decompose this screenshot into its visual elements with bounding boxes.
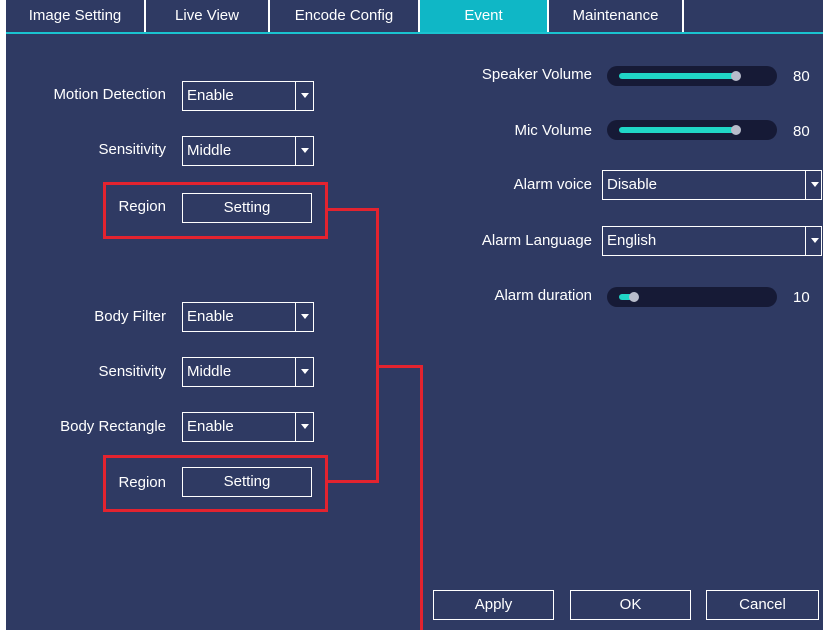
tab-live-view[interactable]: Live View [146,0,268,32]
tab-image-setting[interactable]: Image Setting [6,0,144,32]
connector-line [328,480,378,483]
speaker-volume-value: 80 [793,68,810,85]
connector-line [328,208,378,211]
chevron-down-icon [295,413,313,441]
connector-line [376,365,423,368]
alarm-voice-value: Disable [607,176,658,193]
body-filter-select[interactable]: Enable [182,302,314,332]
alarm-voice-select[interactable]: Disable [602,170,822,200]
chevron-down-icon [295,82,313,110]
tab-bar-filler [684,0,823,32]
body-filter-label: Body Filter [94,308,166,325]
sensitivity-label: Sensitivity [98,141,166,158]
ok-button[interactable]: OK [570,590,691,620]
alarm-duration-label: Alarm duration [494,287,592,304]
body-region-label: Region [118,474,166,491]
body-region-setting-button[interactable]: Setting [182,467,312,497]
region-label: Region [118,198,166,215]
alarm-language-value: English [607,232,657,249]
mic-volume-value: 80 [793,123,810,140]
chevron-down-icon [805,227,821,255]
slider-knob[interactable] [629,292,639,302]
chevron-down-icon [295,358,313,386]
body-sensitivity-value: Middle [187,363,232,380]
body-filter-value: Enable [187,308,234,325]
chevron-down-icon [295,137,313,165]
sensitivity-select[interactable]: Middle [182,136,314,166]
alarm-duration-slider[interactable] [607,287,777,307]
motion-detection-label: Motion Detection [53,86,166,103]
tab-maintenance[interactable]: Maintenance [549,0,682,32]
tab-bar: Image Setting Live View Encode Config Ev… [0,0,833,34]
slider-knob[interactable] [731,71,741,81]
chevron-down-icon [805,171,821,199]
body-sensitivity-select[interactable]: Middle [182,357,314,387]
region-setting-button[interactable]: Setting [182,193,312,223]
apply-button[interactable]: Apply [433,590,554,620]
alarm-voice-label: Alarm voice [513,176,592,193]
alarm-language-select[interactable]: English [602,226,822,256]
speaker-volume-slider[interactable] [607,66,777,86]
chevron-down-icon [295,303,313,331]
tab-encode-config[interactable]: Encode Config [270,0,418,32]
cancel-button[interactable]: Cancel [706,590,819,620]
connector-line [376,208,379,483]
connector-line [420,365,423,630]
motion-detection-value: Enable [187,87,234,104]
tab-event[interactable]: Event [420,0,547,32]
body-sensitivity-label: Sensitivity [98,363,166,380]
sensitivity-value: Middle [187,142,232,159]
body-rectangle-label: Body Rectangle [60,418,166,435]
slider-fill [619,73,736,79]
alarm-language-label: Alarm Language [481,232,592,249]
mic-volume-slider[interactable] [607,120,777,140]
speaker-volume-label: Speaker Volume [481,66,592,83]
motion-detection-select[interactable]: Enable [182,81,314,111]
body-rectangle-value: Enable [187,418,234,435]
alarm-duration-value: 10 [793,289,810,306]
mic-volume-label: Mic Volume [514,122,592,139]
body-rectangle-select[interactable]: Enable [182,412,314,442]
slider-fill [619,127,736,133]
event-settings-screen: Image Setting Live View Encode Config Ev… [0,0,833,630]
slider-knob[interactable] [731,125,741,135]
